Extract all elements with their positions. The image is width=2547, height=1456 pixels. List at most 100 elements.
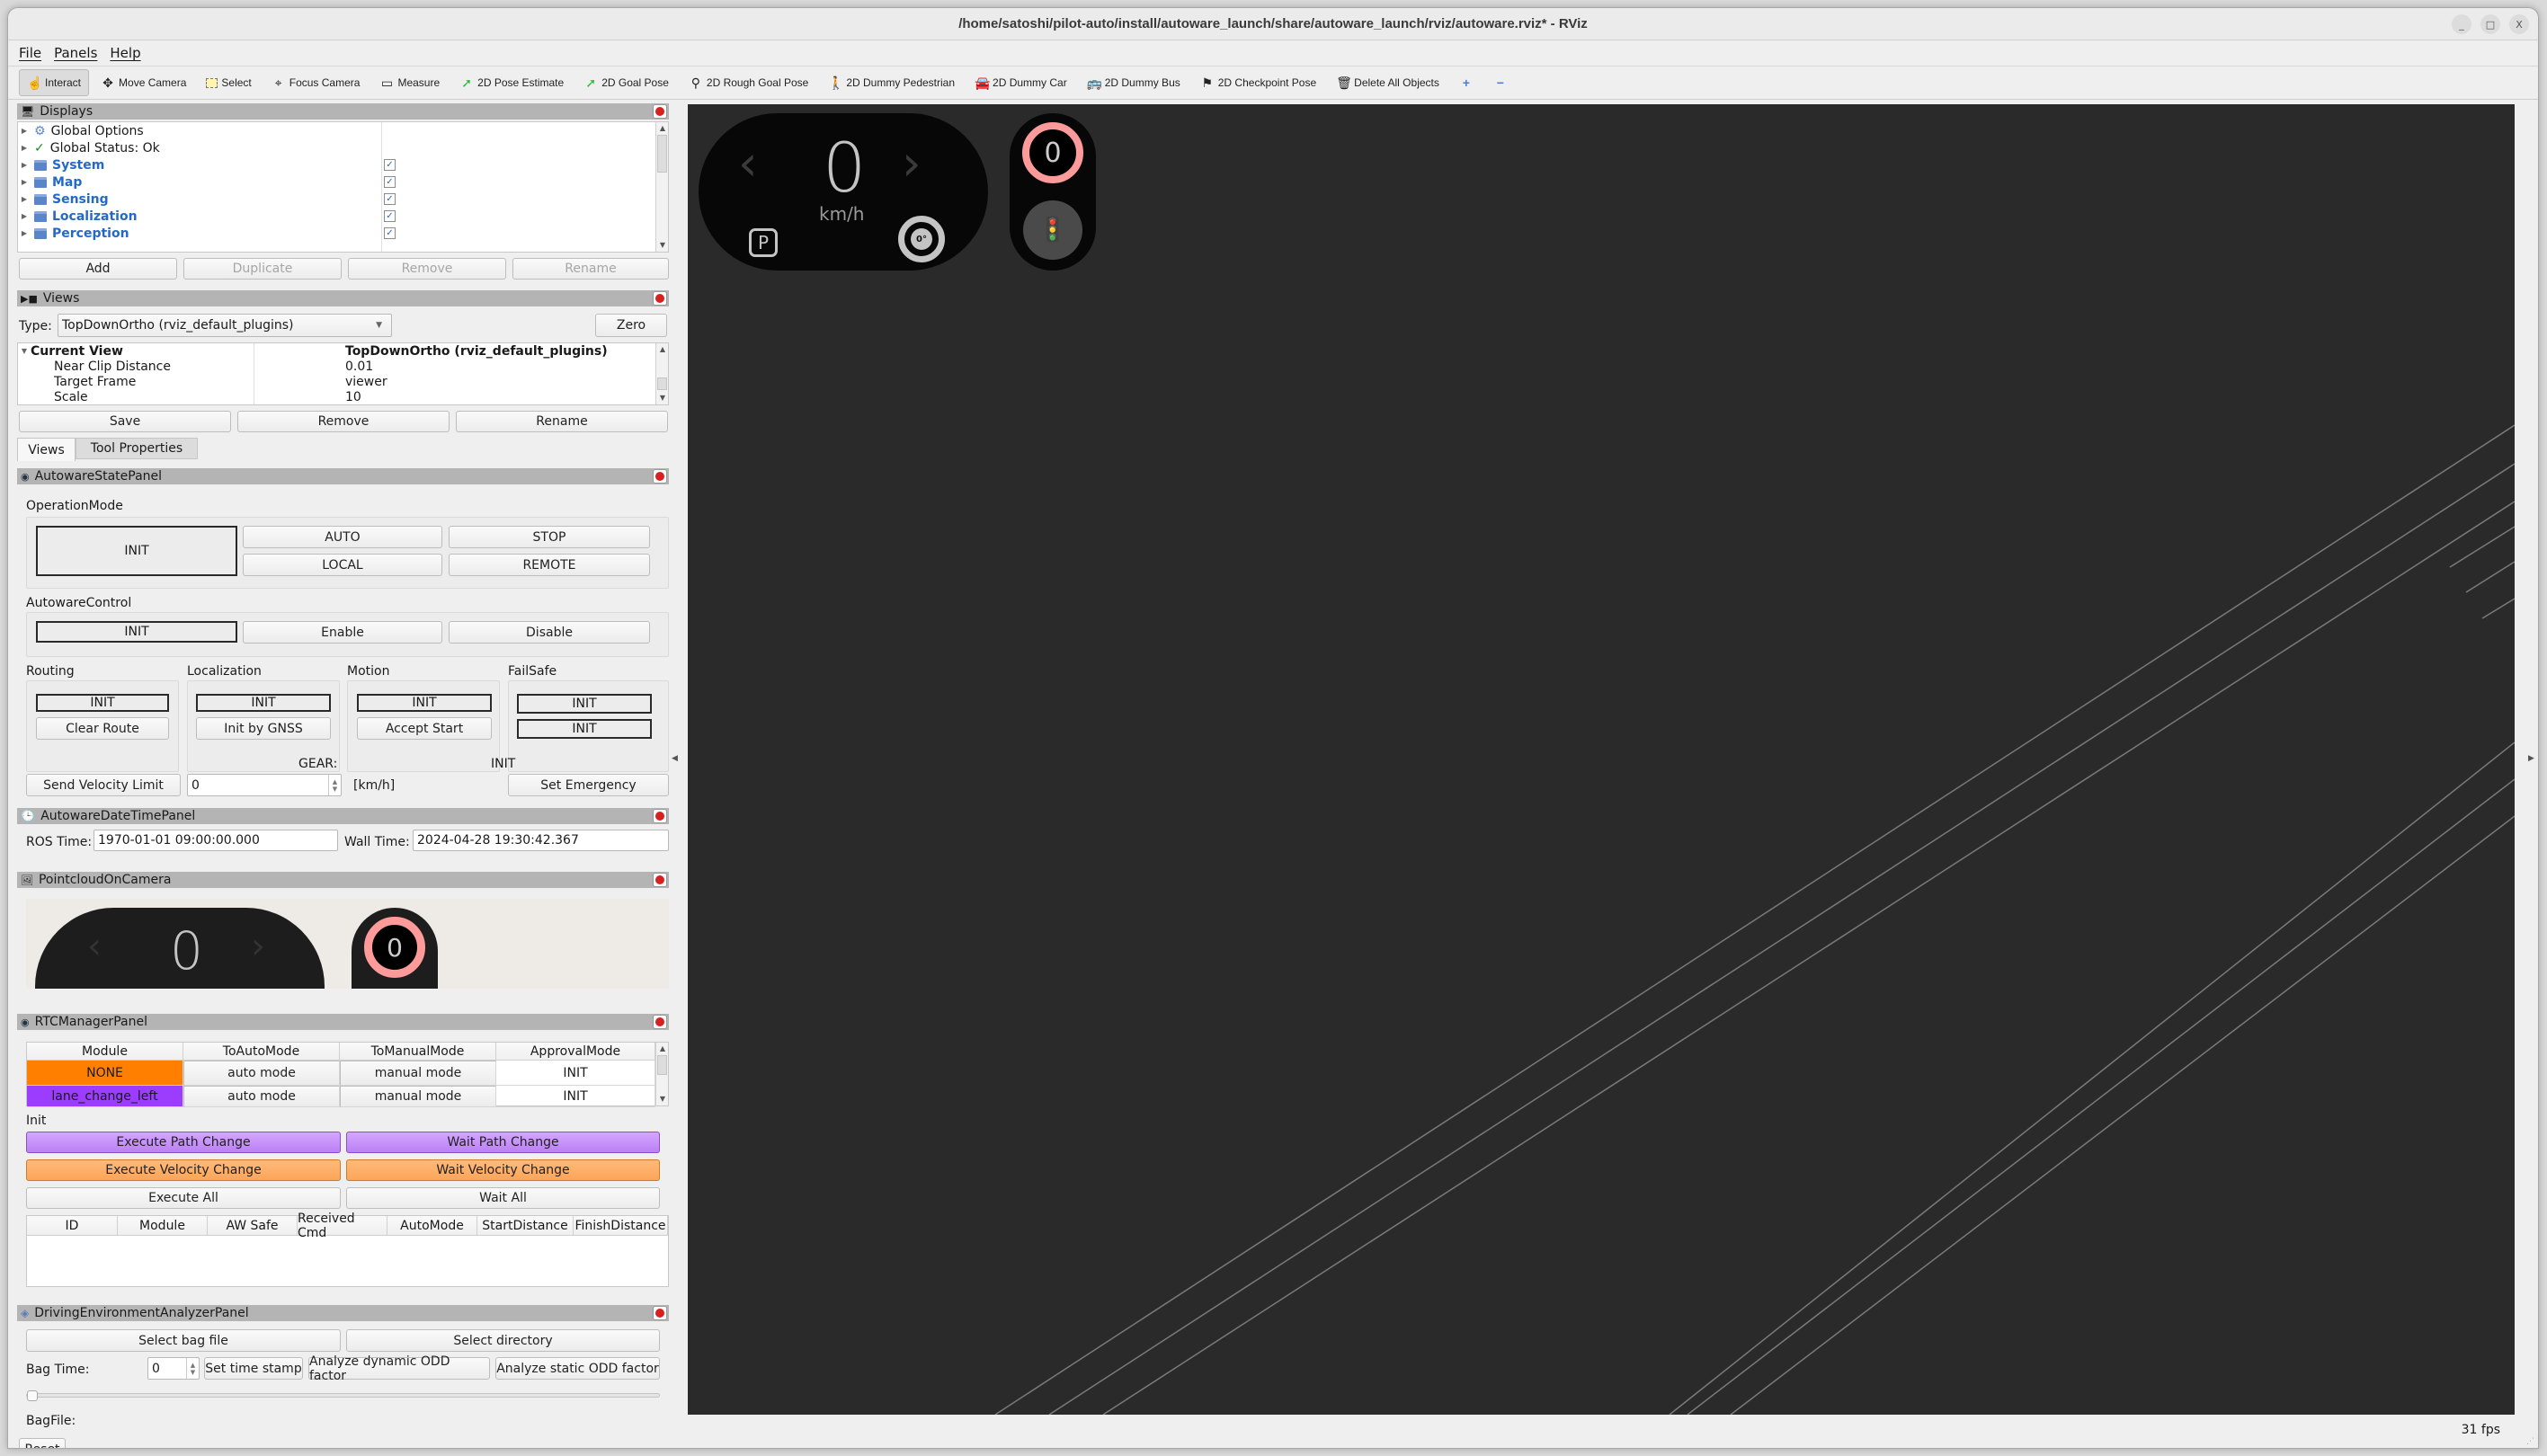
render-viewport[interactable]: ‹ 0 km/h › P 0° 0 🚦 — [688, 104, 2515, 1415]
view-prop-row[interactable]: Scale 10 — [18, 389, 668, 404]
tool-interact[interactable]: ☝ Interact — [19, 69, 90, 96]
column-header[interactable]: ID — [27, 1216, 118, 1236]
zero-button[interactable]: Zero — [595, 314, 667, 337]
display-item-sensing[interactable]: ▶ Sensing ✓ — [18, 191, 668, 208]
column-header[interactable]: AW Safe — [208, 1216, 298, 1236]
tool-2d-dummy-bus[interactable]: 🚌 2D Dummy Bus — [1079, 69, 1189, 96]
expand-arrow-icon[interactable]: ▶ — [18, 195, 31, 203]
column-header[interactable]: ToManualMode — [340, 1043, 496, 1061]
tool-2d-dummy-car[interactable]: 🚘 2D Dummy Car — [966, 69, 1075, 96]
select-directory-button[interactable]: Select directory — [346, 1329, 660, 1352]
view-props-scrollbar[interactable]: ▲ ▼ — [655, 343, 668, 404]
tool-2d-goal-pose[interactable]: ➚ 2D Goal Pose — [575, 69, 677, 96]
remove-display-button[interactable]: Remove — [348, 258, 506, 280]
set-emergency-button[interactable]: Set Emergency — [508, 774, 669, 796]
spin-arrows-icon[interactable]: ▲ ▼ — [186, 1358, 199, 1379]
tool-measure[interactable]: ▭ Measure — [371, 69, 448, 96]
accept-start-button[interactable]: Accept Start — [357, 717, 492, 740]
tool-2d-dummy-pedestrian[interactable]: 🚶 2D Dummy Pedestrian — [820, 69, 963, 96]
close-panel-button[interactable] — [653, 469, 667, 484]
tool-2d-checkpoint-pose[interactable]: ⚑ 2D Checkpoint Pose — [1192, 69, 1324, 96]
expand-arrow-icon[interactable]: ▶ — [18, 212, 31, 220]
bag-time-slider[interactable] — [26, 1393, 660, 1398]
to-auto-mode-button[interactable]: auto mode — [183, 1061, 340, 1086]
remove-view-button[interactable]: Remove — [237, 411, 450, 432]
ros-time-field[interactable]: 1970-01-01 09:00:00.000 — [94, 830, 338, 851]
column-header[interactable]: AutoMode — [387, 1216, 477, 1236]
close-button[interactable]: X — [2509, 14, 2529, 34]
remote-button[interactable]: REMOTE — [449, 554, 650, 576]
menu-help[interactable]: Help — [110, 45, 140, 61]
collapse-left-dock-icon[interactable]: ◀ — [672, 754, 678, 763]
display-checkbox[interactable]: ✓ — [384, 159, 396, 171]
slider-handle[interactable] — [27, 1390, 38, 1401]
tool-2d-rough-goal-pose[interactable]: ⚲ 2D Rough Goal Pose — [681, 69, 816, 96]
close-panel-button[interactable] — [653, 1306, 667, 1320]
view-prop-row[interactable]: Target Frame viewer — [18, 374, 668, 389]
resize-grip-icon[interactable]: ⋰ — [2526, 1437, 2534, 1446]
column-header[interactable]: FinishDistance — [574, 1216, 668, 1236]
view-prop-row[interactable]: Near Clip Distance 0.01 — [18, 359, 668, 374]
close-panel-button[interactable] — [653, 291, 667, 306]
send-velocity-limit-button[interactable]: Send Velocity Limit — [26, 774, 181, 796]
expand-arrow-icon[interactable]: ▶ — [18, 229, 31, 237]
maximize-button[interactable]: □ — [2480, 14, 2500, 34]
to-auto-mode-button[interactable]: auto mode — [183, 1086, 340, 1107]
tab-views[interactable]: Views — [17, 438, 76, 461]
close-panel-button[interactable] — [653, 809, 667, 823]
duplicate-display-button[interactable]: Duplicate — [183, 258, 342, 280]
execute-all-button[interactable]: Execute All — [26, 1187, 341, 1209]
expand-arrow-icon[interactable]: ▶ — [18, 161, 31, 169]
display-checkbox[interactable]: ✓ — [384, 193, 396, 205]
minimize-button[interactable]: _ — [2452, 14, 2471, 34]
execute-velocity-change-button[interactable]: Execute Velocity Change — [26, 1159, 341, 1181]
save-view-button[interactable]: Save — [19, 411, 231, 432]
column-header[interactable]: ToAutoMode — [183, 1043, 340, 1061]
wait-velocity-change-button[interactable]: Wait Velocity Change — [346, 1159, 660, 1181]
display-item-global-options[interactable]: ▶ ⚙ Global Options — [18, 122, 668, 139]
analyze-dynamic-odd-button[interactable]: Analyze dynamic ODD factor — [308, 1354, 490, 1383]
to-manual-mode-button[interactable]: manual mode — [340, 1086, 496, 1107]
view-type-select[interactable]: TopDownOrtho (rviz_default_plugins) ▼ — [58, 314, 392, 337]
tool-select[interactable]: Select — [198, 69, 259, 96]
display-checkbox[interactable]: ✓ — [384, 227, 396, 239]
collapse-arrow-icon[interactable]: ▼ — [18, 347, 31, 355]
column-header[interactable]: Received Cmd — [298, 1212, 387, 1240]
column-header[interactable]: StartDistance — [477, 1216, 574, 1236]
bag-time-spinbox[interactable]: 0 ▲ ▼ — [147, 1357, 200, 1380]
tool-2d-pose-estimate[interactable]: ➚ 2D Pose Estimate — [451, 69, 572, 96]
display-item-localization[interactable]: ▶ Localization ✓ — [18, 208, 668, 225]
close-panel-button[interactable] — [653, 1015, 667, 1029]
expand-arrow-icon[interactable]: ▶ — [18, 144, 31, 152]
expand-arrow-icon[interactable]: ▶ — [18, 178, 31, 186]
stop-button[interactable]: STOP — [449, 526, 650, 548]
to-manual-mode-button[interactable]: manual mode — [340, 1061, 496, 1086]
rename-view-button[interactable]: Rename — [456, 411, 668, 432]
tool-focus-camera[interactable]: ⌖ Focus Camera — [263, 69, 369, 96]
displays-scrollbar[interactable]: ▲ ▼ — [655, 122, 668, 252]
init-by-gnss-button[interactable]: Init by GNSS — [196, 717, 331, 740]
add-display-button[interactable]: Add — [19, 258, 177, 280]
display-checkbox[interactable]: ✓ — [384, 176, 396, 188]
rtc-table-scrollbar[interactable]: ▲ ▼ — [655, 1043, 668, 1105]
wait-path-change-button[interactable]: Wait Path Change — [346, 1132, 660, 1153]
remove-tool-button[interactable]: − — [1485, 69, 1516, 96]
enable-button[interactable]: Enable — [243, 621, 442, 644]
display-checkbox[interactable]: ✓ — [384, 210, 396, 222]
set-time-stamp-button[interactable]: Set time stamp — [204, 1357, 303, 1380]
current-view-row[interactable]: ▼ Current View TopDownOrtho (rviz_default_… — [18, 343, 668, 359]
auto-button[interactable]: AUTO — [243, 526, 442, 548]
add-tool-button[interactable]: + — [1451, 69, 1482, 96]
wall-time-field[interactable]: 2024-04-28 19:30:42.367 — [413, 830, 669, 851]
column-header[interactable]: Module — [27, 1043, 183, 1061]
column-header[interactable]: ApprovalMode — [496, 1043, 655, 1061]
velocity-limit-spinbox[interactable]: 0 ▲ ▼ — [187, 774, 342, 796]
select-bag-file-button[interactable]: Select bag file — [26, 1329, 341, 1352]
display-item-perception[interactable]: ▶ Perception ✓ — [18, 225, 668, 242]
close-panel-button[interactable] — [653, 104, 667, 119]
expand-arrow-icon[interactable]: ▶ — [18, 127, 31, 135]
close-panel-button[interactable] — [653, 873, 667, 887]
analyze-static-odd-button[interactable]: Analyze static ODD factor — [495, 1357, 660, 1380]
menu-file[interactable]: File — [19, 45, 41, 61]
spin-arrows-icon[interactable]: ▲ ▼ — [328, 775, 341, 795]
